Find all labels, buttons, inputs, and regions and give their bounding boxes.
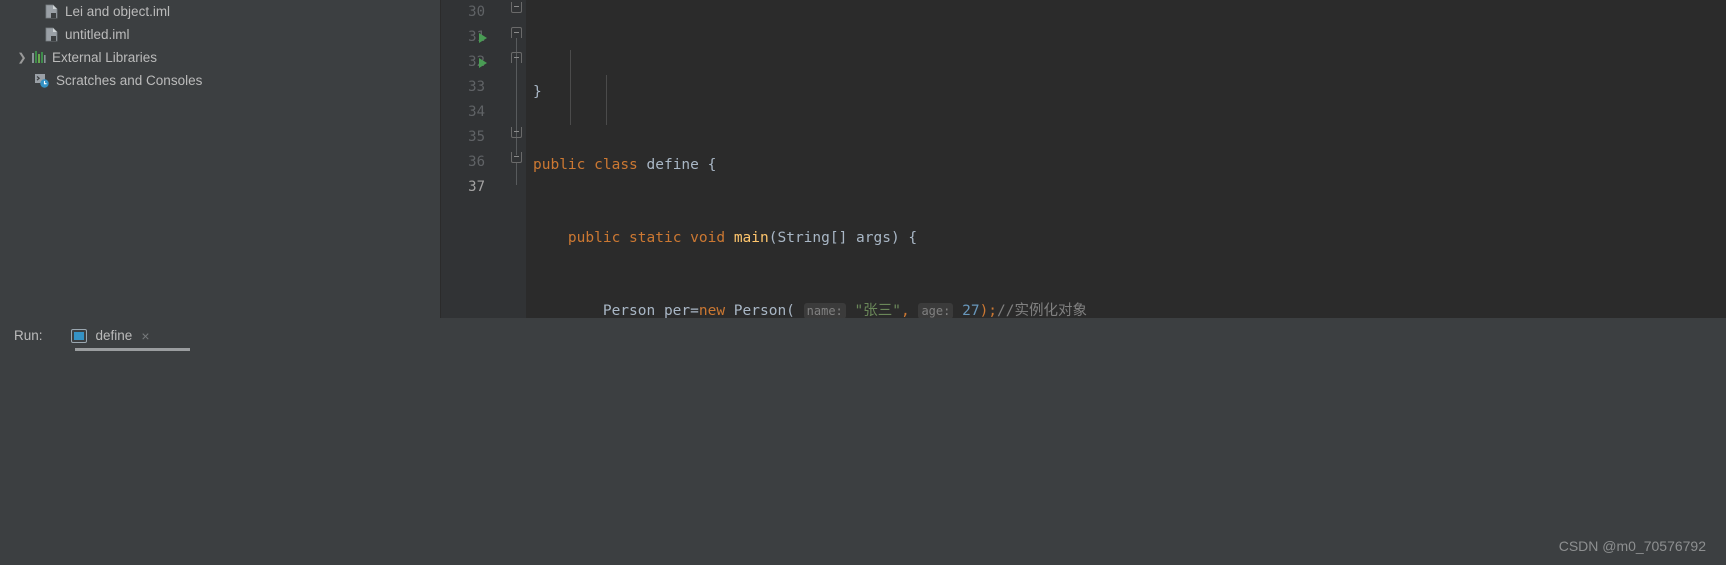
fold-end-icon[interactable] (511, 2, 522, 13)
code-token: new (698, 303, 726, 319)
gutter-line: 36 (441, 150, 509, 175)
scratches-icon (33, 69, 51, 92)
libraries-icon (29, 46, 47, 69)
csdn-watermark: CSDN @m0_70576792 (1558, 538, 1706, 554)
parameter-hint-age: age: (918, 303, 954, 319)
line-number-current: 37 (468, 179, 485, 195)
run-tab-active-indicator (75, 348, 190, 351)
run-header: Run: define × (0, 322, 1726, 349)
tree-item-label: External Libraries (52, 50, 158, 65)
iml-file-icon (42, 23, 60, 46)
idea-window: Lei and object.iml untitled.iml ❯ Extern… (0, 0, 1726, 565)
code-token: ); (979, 303, 998, 319)
code-token: main (733, 230, 769, 246)
code-token: class (594, 157, 638, 173)
editor-gutter[interactable]: 30 31 32 33 34 35 36 37 (441, 0, 509, 318)
tree-item-label: Lei and object.iml (65, 4, 171, 19)
indent-guide (570, 50, 571, 125)
code-token: public (567, 230, 621, 246)
line-number: 33 (468, 79, 485, 95)
line-number: 36 (468, 154, 485, 170)
code-token: (String[] args) { (768, 230, 918, 246)
code-token: 27 (962, 303, 980, 319)
code-token: , (900, 303, 910, 319)
fold-start-icon[interactable] (511, 52, 522, 63)
code-line-31: public class define { (526, 153, 1726, 178)
code-folding-strip[interactable] (509, 0, 526, 318)
run-tab-label: define (95, 328, 133, 343)
tree-item-label: Scratches and Consoles (56, 73, 203, 88)
code-token: define (646, 157, 699, 173)
code-token: Person( (725, 303, 795, 319)
tree-item-lei-and-object-iml[interactable]: Lei and object.iml (0, 0, 440, 23)
fold-end-icon[interactable] (511, 127, 522, 138)
gutter-line: 32 (441, 50, 509, 75)
line-number: 34 (468, 104, 485, 120)
gutter-line: 31 (441, 25, 509, 50)
code-token: "张三" (854, 303, 901, 319)
console-window-icon (70, 328, 87, 343)
line-number: 35 (468, 129, 485, 145)
tree-item-untitled-iml[interactable]: untitled.iml (0, 23, 440, 46)
code-token: { (707, 157, 717, 173)
fold-range-line (516, 163, 517, 185)
code-line-32: public static void main(String[] args) { (526, 226, 1726, 251)
gutter-line: 34 (441, 100, 509, 125)
indent-guide (606, 75, 607, 125)
parameter-hint-name: name: (803, 303, 846, 319)
code-line-30: } (526, 80, 1726, 105)
iml-file-icon (42, 0, 60, 23)
gutter-line: 30 (441, 0, 509, 25)
gutter-line: 37 (441, 175, 509, 200)
run-window-label: Run: (14, 328, 43, 343)
chevron-right-icon[interactable]: ❯ (15, 46, 29, 69)
code-comment: //实例化对象 (997, 303, 1087, 319)
tree-item-external-libraries[interactable]: ❯ External Libraries (0, 46, 440, 69)
code-token: public (533, 157, 586, 173)
run-main-icon[interactable] (479, 58, 487, 68)
close-icon[interactable]: × (141, 329, 149, 343)
line-number: 30 (468, 4, 485, 20)
gutter-line: 35 (441, 125, 509, 150)
run-class-icon[interactable] (479, 33, 487, 43)
run-tool-window[interactable]: Run: define × Structure (0, 318, 1726, 565)
code-token: Person per= (602, 303, 699, 319)
code-token: static (629, 230, 682, 246)
tree-item-scratches-and-consoles[interactable]: Scratches and Consoles (0, 69, 440, 92)
code-token: void (690, 230, 726, 246)
fold-end-icon[interactable] (511, 152, 522, 163)
editor-text-area[interactable]: } public class define { public static vo… (526, 0, 1726, 538)
code-editor[interactable]: 30 31 32 33 34 35 36 37} public class d… (441, 0, 1726, 538)
code-token: } (533, 84, 542, 100)
run-tab-define[interactable]: define × (65, 322, 156, 349)
gutter-line: 33 (441, 75, 509, 100)
fold-start-icon[interactable] (511, 27, 522, 38)
project-tool-window[interactable]: Lei and object.iml untitled.iml ❯ Extern… (0, 0, 441, 318)
tree-item-label: untitled.iml (65, 27, 130, 42)
